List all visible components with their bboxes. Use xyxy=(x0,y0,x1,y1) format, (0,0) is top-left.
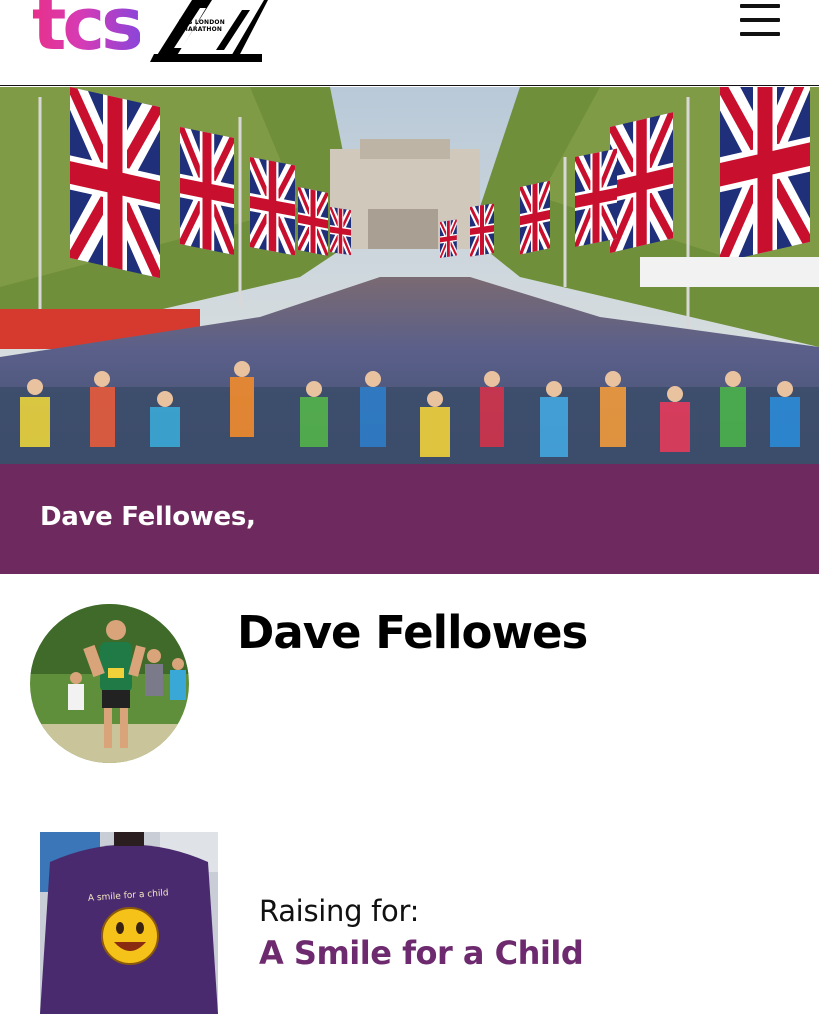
hero-image xyxy=(0,87,819,464)
site-header: tcs TCS LONDON MARATHON xyxy=(0,0,819,86)
charity-name-link[interactable]: A Smile for a Child xyxy=(259,934,584,972)
charity-photo: A smile for a child xyxy=(40,832,218,1014)
hamburger-menu-icon[interactable] xyxy=(738,2,782,38)
raising-for-label: Raising for: xyxy=(259,894,420,928)
profile-name: Dave Fellowes xyxy=(237,606,588,659)
tcs-logo[interactable]: tcs xyxy=(32,0,144,60)
banner-title: Dave Fellowes, xyxy=(40,502,256,532)
avatar xyxy=(30,604,189,763)
name-banner: Dave Fellowes, xyxy=(0,464,819,574)
hero-photo xyxy=(0,87,819,464)
marathon-logo-text: TCS LONDON MARATHON xyxy=(179,19,225,33)
